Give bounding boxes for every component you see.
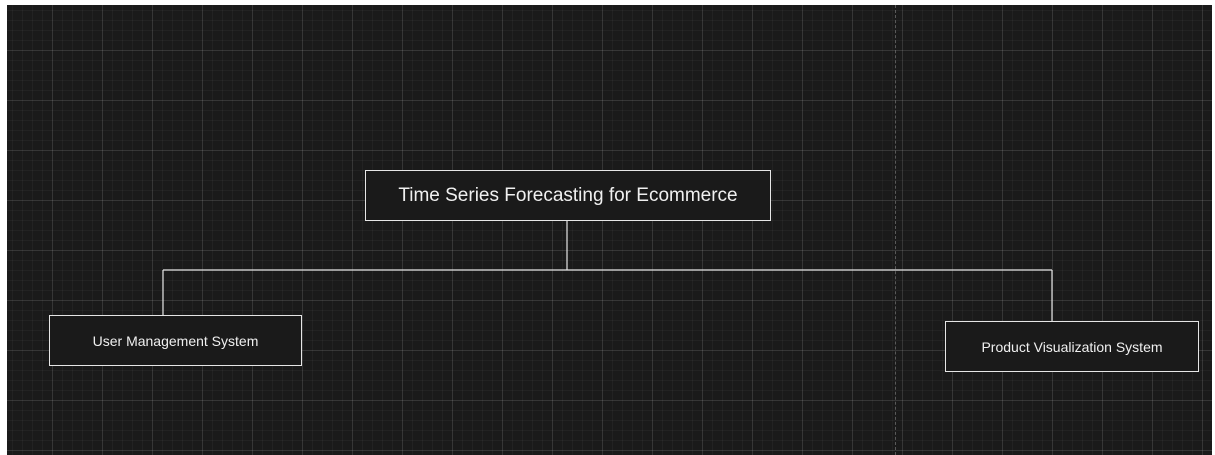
diagram-canvas[interactable]: Time Series Forecasting for Ecommerce Us… [7,5,1212,455]
child-node-label: Product Visualization System [981,338,1163,355]
child-node-label: User Management System [92,332,259,349]
connector-lines [162,221,1053,321]
child-node-user-management[interactable]: User Management System [49,315,302,366]
child-node-product-visualization[interactable]: Product Visualization System [945,321,1199,372]
root-node[interactable]: Time Series Forecasting for Ecommerce [365,170,771,221]
root-node-label: Time Series Forecasting for Ecommerce [398,184,738,206]
